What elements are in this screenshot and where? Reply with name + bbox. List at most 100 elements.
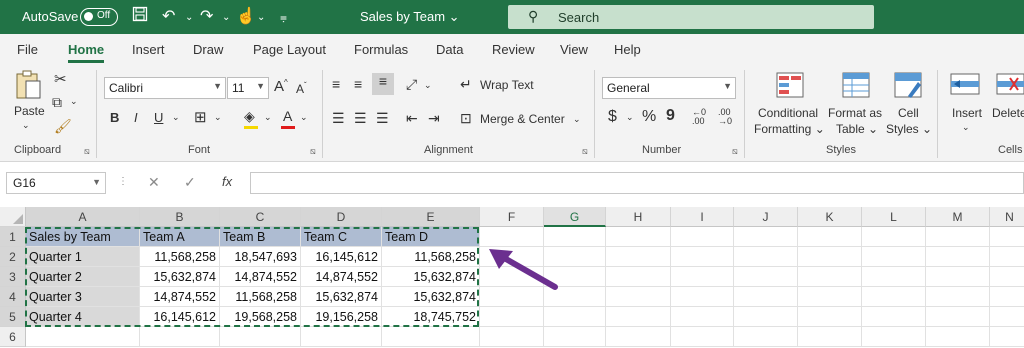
format-painter-icon[interactable]: 🖌 xyxy=(54,118,72,135)
cell-b5[interactable]: 16,145,612 xyxy=(140,307,220,327)
cell-m2[interactable] xyxy=(926,247,990,267)
cell-m1[interactable] xyxy=(926,227,990,247)
tab-data[interactable]: Data xyxy=(436,42,463,57)
cell-k3[interactable] xyxy=(798,267,862,287)
underline-button[interactable]: U xyxy=(154,110,163,125)
cell-i4[interactable] xyxy=(671,287,734,307)
align-right-icon[interactable]: ☰ xyxy=(376,110,389,127)
cell-c5[interactable]: 19,568,258 xyxy=(220,307,301,327)
font-size-select[interactable]: 11 ▼ xyxy=(227,77,269,99)
name-box[interactable]: G16 ▼ xyxy=(6,172,106,194)
orientation-dropdown-icon[interactable]: ⌄ xyxy=(424,80,432,91)
decrease-decimal-icon[interactable]: .00 →0 xyxy=(718,108,732,126)
row-header-6[interactable]: 6 xyxy=(0,327,26,347)
format-as-table-icon[interactable] xyxy=(842,72,870,98)
cell-j3[interactable] xyxy=(734,267,798,287)
cell-k4[interactable] xyxy=(798,287,862,307)
cell-c2[interactable]: 18,547,693 xyxy=(220,247,301,267)
format-as-table-button-line2[interactable]: Table ⌄ xyxy=(836,122,878,136)
cell-l4[interactable] xyxy=(862,287,926,307)
column-header-l[interactable]: L xyxy=(862,207,926,227)
cell-i1[interactable] xyxy=(671,227,734,247)
cell-j1[interactable] xyxy=(734,227,798,247)
cell-f5[interactable] xyxy=(480,307,544,327)
cell-j5[interactable] xyxy=(734,307,798,327)
autosave-toggle[interactable]: Off xyxy=(80,8,118,26)
tab-formulas[interactable]: Formulas xyxy=(354,42,408,57)
conditional-formatting-button-line2[interactable]: Formatting ⌄ xyxy=(754,122,825,136)
format-as-table-button[interactable]: Format as xyxy=(828,106,882,120)
column-header-i[interactable]: I xyxy=(671,207,734,227)
cancel-icon[interactable]: ✕ xyxy=(148,174,160,191)
cell-l1[interactable] xyxy=(862,227,926,247)
cell-f1[interactable] xyxy=(480,227,544,247)
fill-color-icon[interactable]: ◈ xyxy=(244,108,255,125)
redo-dropdown-icon[interactable]: ⌄ xyxy=(222,12,230,23)
conditional-formatting-button[interactable]: Conditional xyxy=(758,106,818,120)
increase-decimal-icon[interactable]: ←0.00 xyxy=(692,108,706,126)
cell-n5[interactable] xyxy=(990,307,1024,327)
cell-g6[interactable] xyxy=(544,327,606,347)
tab-insert[interactable]: Insert xyxy=(132,42,165,57)
cell-l2[interactable] xyxy=(862,247,926,267)
cell-d5[interactable]: 19,156,258 xyxy=(301,307,382,327)
cell-a3[interactable]: Quarter 2 xyxy=(26,267,140,287)
tab-draw[interactable]: Draw xyxy=(193,42,223,57)
cell-c4[interactable]: 11,568,258 xyxy=(220,287,301,307)
column-header-a[interactable]: A xyxy=(26,207,140,227)
cell-c3[interactable]: 14,874,552 xyxy=(220,267,301,287)
insert-cells-button[interactable]: Insert xyxy=(952,106,982,120)
decrease-font-icon[interactable]: Aˇ xyxy=(296,81,307,96)
font-launcher-icon[interactable]: ⧅ xyxy=(310,146,316,157)
undo-dropdown-icon[interactable]: ⌄ xyxy=(185,12,193,23)
cell-styles-icon[interactable] xyxy=(894,72,922,98)
cell-i5[interactable] xyxy=(671,307,734,327)
cell-n6[interactable] xyxy=(990,327,1024,347)
cell-j6[interactable] xyxy=(734,327,798,347)
align-left-icon[interactable]: ☰ xyxy=(332,110,345,127)
copy-dropdown-icon[interactable]: ⌄ xyxy=(70,96,78,107)
paste-label[interactable]: Paste xyxy=(14,104,45,118)
currency-icon[interactable]: $ xyxy=(608,108,617,126)
column-header-j[interactable]: J xyxy=(734,207,798,227)
align-center-icon[interactable]: ☰ xyxy=(354,110,367,127)
cell-a6[interactable] xyxy=(26,327,140,347)
cell-e4[interactable]: 15,632,874 xyxy=(382,287,480,307)
column-header-g[interactable]: G xyxy=(544,207,606,227)
column-header-e[interactable]: E xyxy=(382,207,480,227)
percent-icon[interactable]: % xyxy=(642,108,656,126)
column-header-m[interactable]: M xyxy=(926,207,990,227)
font-color-icon[interactable]: A xyxy=(283,108,292,124)
cell-k2[interactable] xyxy=(798,247,862,267)
column-header-h[interactable]: H xyxy=(606,207,671,227)
select-all-corner[interactable] xyxy=(0,207,26,227)
cell-b2[interactable]: 11,568,258 xyxy=(140,247,220,267)
cell-b4[interactable]: 14,874,552 xyxy=(140,287,220,307)
tab-review[interactable]: Review xyxy=(492,42,535,57)
borders-icon[interactable]: ⊞ xyxy=(194,108,207,126)
cell-j4[interactable] xyxy=(734,287,798,307)
cell-h3[interactable] xyxy=(606,267,671,287)
row-header-1[interactable]: 1 xyxy=(0,227,26,247)
alignment-launcher-icon[interactable]: ⧅ xyxy=(582,146,588,157)
redo-icon[interactable]: ↷ xyxy=(200,6,213,26)
cell-h6[interactable] xyxy=(606,327,671,347)
cell-h1[interactable] xyxy=(606,227,671,247)
more-options-icon[interactable]: ⋮ xyxy=(118,176,128,187)
number-launcher-icon[interactable]: ⧅ xyxy=(732,146,738,157)
number-format-select[interactable]: General ▼ xyxy=(602,77,736,99)
row-header-4[interactable]: 4 xyxy=(0,287,26,307)
cell-l6[interactable] xyxy=(862,327,926,347)
paste-dropdown-icon[interactable]: ⌄ xyxy=(22,120,30,131)
cell-i2[interactable] xyxy=(671,247,734,267)
cell-e3[interactable]: 15,632,874 xyxy=(382,267,480,287)
cell-m4[interactable] xyxy=(926,287,990,307)
tab-page-layout[interactable]: Page Layout xyxy=(253,42,326,57)
wrap-text-button[interactable]: Wrap Text xyxy=(480,78,534,92)
column-header-k[interactable]: K xyxy=(798,207,862,227)
cell-d3[interactable]: 14,874,552 xyxy=(301,267,382,287)
cell-a1[interactable]: Sales by Team xyxy=(26,227,140,247)
cell-b6[interactable] xyxy=(140,327,220,347)
insert-function-icon[interactable]: fx xyxy=(222,174,232,189)
italic-button[interactable]: I xyxy=(134,110,138,125)
